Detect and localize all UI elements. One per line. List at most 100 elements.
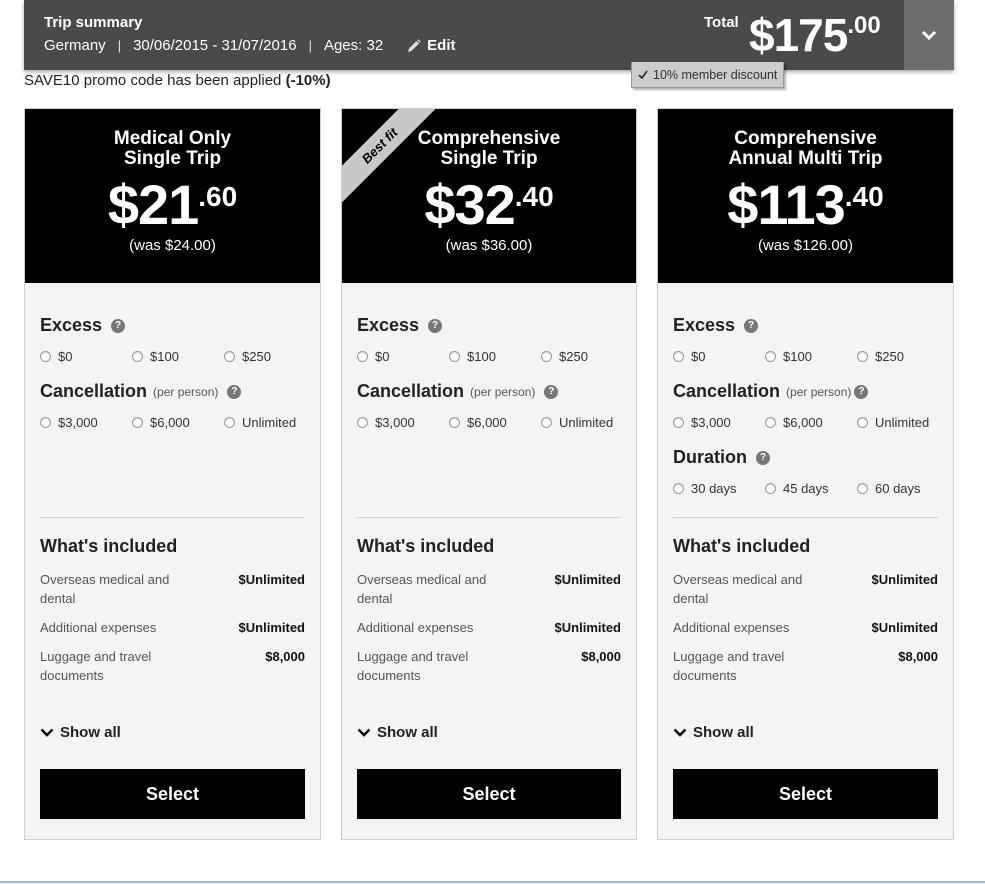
cancellation-option[interactable]: $3,000 — [357, 415, 415, 430]
option-label: $0 — [691, 349, 706, 364]
radio-button[interactable] — [357, 351, 368, 362]
cancellation-option[interactable]: $6,000 — [449, 415, 507, 430]
radio-button[interactable] — [357, 417, 368, 428]
cancellation-option[interactable]: $6,000 — [765, 415, 823, 430]
cancellation-label: Cancellation — [357, 381, 465, 401]
cancellation-option[interactable]: Unlimited — [541, 415, 613, 430]
radio-button[interactable] — [765, 351, 776, 362]
radio-button[interactable] — [765, 483, 776, 494]
option-label: $0 — [58, 349, 73, 364]
radio-button[interactable] — [449, 351, 460, 362]
cancellation-option[interactable]: $3,000 — [40, 415, 98, 430]
plan-price-whole: $32 — [424, 173, 515, 236]
plan-name-line1: Medical Only — [113, 128, 232, 149]
excess-option[interactable]: $0 — [357, 349, 389, 364]
plan-price: $32.40 — [342, 175, 636, 235]
radio-button[interactable] — [673, 417, 684, 428]
radio-button[interactable] — [541, 417, 552, 428]
excess-label: Excess — [40, 315, 103, 335]
help-icon[interactable]: ? — [854, 384, 869, 399]
radio-button[interactable] — [765, 417, 776, 428]
show-all-label: Show all — [377, 724, 438, 741]
option-label: $3,000 — [58, 415, 98, 430]
radio-button[interactable] — [857, 483, 868, 494]
help-icon[interactable]: ? — [756, 450, 770, 465]
show-all-link[interactable]: Show all — [673, 724, 754, 741]
duration-option[interactable]: 45 days — [765, 481, 829, 496]
member-discount-badge: 10% member discount — [631, 62, 785, 88]
help-icon[interactable]: ? — [227, 384, 242, 399]
whats-included-title: What's included — [40, 536, 178, 556]
divider — [357, 517, 621, 518]
excess-option[interactable]: $0 — [673, 349, 705, 364]
excess-option[interactable]: $100 — [449, 349, 496, 364]
trip-dates: 30/06/2015 - 31/07/2016 — [133, 37, 297, 54]
show-all-link[interactable]: Show all — [357, 724, 438, 741]
radio-button[interactable] — [40, 351, 51, 362]
cancellation-sub: (per person) — [153, 384, 219, 399]
select-plan-button[interactable]: Select — [40, 769, 305, 819]
radio-button[interactable] — [541, 351, 552, 362]
excess-option[interactable]: $250 — [224, 349, 271, 364]
excess-options: $0 $100 $250 — [673, 349, 938, 367]
option-label: $6,000 — [783, 415, 823, 430]
radio-button[interactable] — [449, 417, 460, 428]
radio-button[interactable] — [673, 351, 684, 362]
chevron-down-icon — [357, 728, 371, 737]
separator: | — [308, 38, 312, 53]
expand-summary-button[interactable] — [904, 0, 954, 70]
radio-button[interactable] — [224, 351, 235, 362]
help-icon[interactable]: ? — [428, 318, 443, 333]
included-label: Additional expenses — [40, 620, 157, 635]
duration-option[interactable]: 30 days — [673, 481, 737, 496]
excess-option[interactable]: $250 — [857, 349, 904, 364]
help-icon[interactable]: ? — [744, 318, 759, 333]
excess-label: Excess — [357, 315, 420, 335]
plan-name: Comprehensive Single Trip — [342, 129, 636, 169]
radio-button[interactable] — [673, 483, 684, 494]
included-label: Overseas medical and dental — [673, 572, 803, 606]
select-plan-button[interactable]: Select — [357, 769, 621, 819]
separator: | — [117, 38, 122, 53]
cancellation-option[interactable]: Unlimited — [857, 415, 929, 430]
traveller-ages: Ages: 32 — [323, 37, 384, 54]
excess-option[interactable]: $250 — [541, 349, 588, 364]
cancellation-option[interactable]: $6,000 — [132, 415, 190, 430]
duration-option[interactable]: 60 days — [857, 481, 921, 496]
show-all-link[interactable]: Show all — [40, 724, 121, 741]
plan-card-body: Excess ? $0 $100 $250 Cancellation (per … — [673, 283, 938, 839]
edit-trip-link[interactable]: Edit — [407, 37, 456, 54]
help-icon[interactable]: ? — [544, 384, 559, 399]
option-label: $0 — [375, 349, 390, 364]
help-icon[interactable]: ? — [111, 318, 126, 333]
plan-was-price: (was $24.00) — [129, 237, 216, 254]
cancellation-options: $3,000 $6,000 Unlimited — [40, 415, 305, 433]
option-label: $3,000 — [691, 415, 731, 430]
cancellation-label: Cancellation — [673, 381, 781, 401]
cancellation-option[interactable]: $3,000 — [673, 415, 731, 430]
excess-option[interactable]: $0 — [40, 349, 72, 364]
radio-button[interactable] — [857, 351, 868, 362]
excess-option[interactable]: $100 — [132, 349, 179, 364]
option-label: Unlimited — [875, 415, 930, 430]
radio-button[interactable] — [224, 417, 235, 428]
included-value: $Unlimited — [238, 620, 305, 635]
show-all-label: Show all — [693, 724, 754, 741]
option-label: $250 — [559, 349, 588, 364]
radio-button[interactable] — [132, 351, 143, 362]
select-plan-button[interactable]: Select — [673, 769, 938, 819]
radio-button[interactable] — [40, 417, 51, 428]
option-label: 45 days — [783, 481, 829, 496]
trip-summary-bar: Trip summary Germany | 30/06/2015 - 31/0… — [24, 0, 954, 70]
plan-name-line1: Comprehensive — [734, 128, 877, 149]
plan-name-line2: Annual Multi Trip — [728, 148, 883, 169]
cancellation-option[interactable]: Unlimited — [224, 415, 296, 430]
radio-button[interactable] — [857, 417, 868, 428]
excess-option[interactable]: $100 — [765, 349, 812, 364]
cancellation-title: Cancellation (per person) ? — [673, 381, 869, 402]
plan-card-header: Comprehensive Annual Multi Trip $113.40 … — [658, 109, 953, 283]
cancellation-options: $3,000 $6,000 Unlimited — [357, 415, 621, 433]
radio-button[interactable] — [132, 417, 143, 428]
option-label: $100 — [467, 349, 496, 364]
chevron-down-icon — [673, 728, 687, 737]
